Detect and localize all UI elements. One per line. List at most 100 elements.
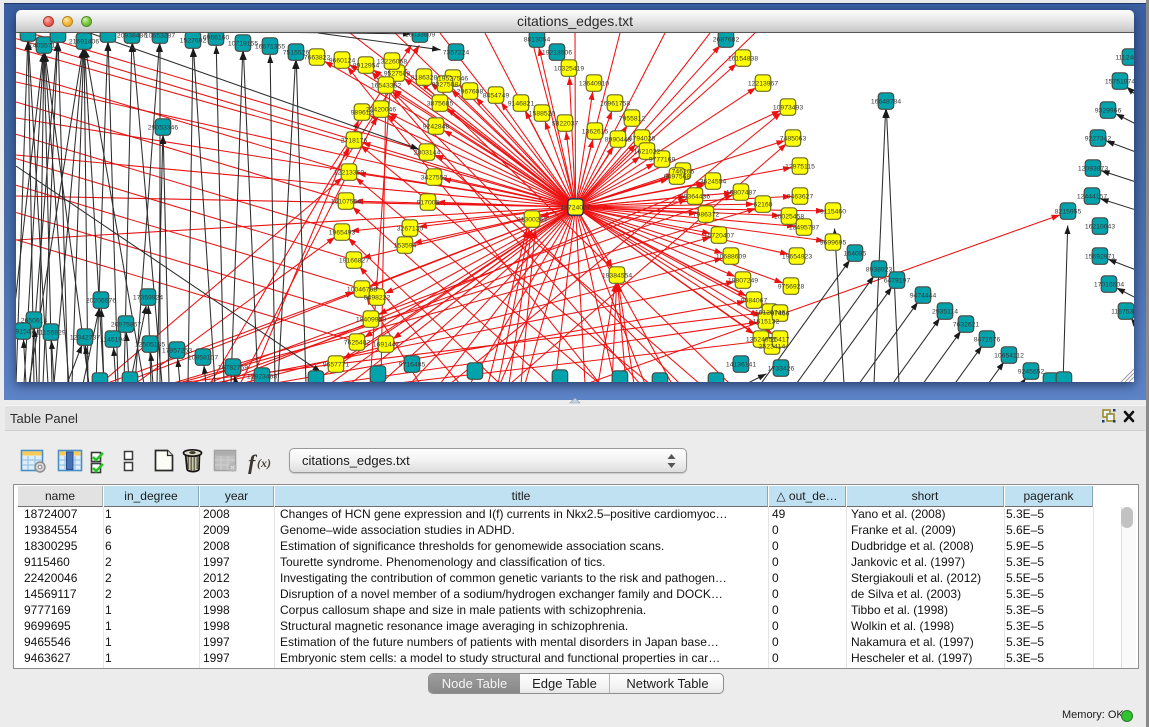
svg-text:62160: 62160 <box>754 202 773 209</box>
svg-text:21300263: 21300263 <box>517 217 547 224</box>
svg-text:8990448: 8990448 <box>605 137 632 144</box>
svg-text:2523414: 2523414 <box>759 344 786 351</box>
svg-text:7357224: 7357224 <box>443 50 470 57</box>
svg-text:2687682: 2687682 <box>713 37 740 44</box>
svg-text:16961758: 16961758 <box>600 101 630 108</box>
svg-text:9242848: 9242848 <box>423 124 450 131</box>
svg-text:10973493: 10973493 <box>773 105 803 112</box>
svg-text:2718176: 2718176 <box>341 138 368 145</box>
svg-text:1145194: 1145194 <box>100 337 126 344</box>
svg-text:6966160: 6966160 <box>203 35 230 42</box>
svg-text:8471676: 8471676 <box>974 337 1001 344</box>
svg-text:12093873: 12093873 <box>1078 166 1108 173</box>
svg-text:11675300: 11675300 <box>1111 309 1134 316</box>
svg-text:5322037: 5322037 <box>552 121 579 128</box>
svg-text:9329966: 9329966 <box>1095 108 1122 115</box>
svg-text:11156829: 11156829 <box>36 330 65 337</box>
svg-text:14136141: 14136141 <box>726 362 756 369</box>
svg-text:9245652: 9245652 <box>1018 369 1045 376</box>
svg-text:164095: 164095 <box>844 251 867 258</box>
svg-text:10807487: 10807487 <box>726 190 756 197</box>
svg-text:9657771: 9657771 <box>323 362 350 369</box>
svg-text:391547: 391547 <box>16 329 35 336</box>
svg-text:16671355: 16671355 <box>255 44 285 51</box>
svg-text:17957253: 17957253 <box>162 348 192 355</box>
svg-text:12213967: 12213967 <box>748 81 778 88</box>
svg-text:17359924: 17359924 <box>133 295 163 302</box>
svg-text:(x): (x) <box>257 456 271 470</box>
svg-text:12342737: 12342737 <box>70 335 100 342</box>
svg-text:10688609: 10688609 <box>716 254 746 261</box>
svg-text:10653287: 10653287 <box>145 33 175 40</box>
svg-text:8454749: 8454749 <box>483 93 510 100</box>
svg-text:18807249: 18807249 <box>728 278 758 285</box>
svg-text:6794028: 6794028 <box>629 136 656 143</box>
svg-text:917006: 917006 <box>417 200 440 207</box>
svg-text:9463627: 9463627 <box>787 194 814 201</box>
svg-text:15751074: 15751074 <box>1105 79 1134 86</box>
svg-text:2967608: 2967608 <box>457 89 484 96</box>
svg-text:10719155: 10719155 <box>228 41 258 48</box>
svg-text:15692971: 15692971 <box>1085 254 1115 261</box>
svg-text:9474444: 9474444 <box>910 293 937 300</box>
svg-text:8938923: 8938923 <box>866 267 893 274</box>
svg-text:9327508: 9327508 <box>432 82 459 89</box>
svg-text:19218506: 19218506 <box>542 50 572 57</box>
svg-text:16210643: 16210643 <box>1085 224 1115 231</box>
svg-text:9115460: 9115460 <box>820 209 846 216</box>
svg-text:2935114: 2935114 <box>932 309 958 316</box>
svg-text:15720407: 15720407 <box>704 233 734 240</box>
svg-text:3624554: 3624554 <box>700 179 727 186</box>
svg-text:5498222: 5498222 <box>364 295 391 302</box>
svg-text:9777169: 9777169 <box>649 157 676 164</box>
svg-text:13640910: 13640910 <box>579 81 609 88</box>
svg-text:9756928: 9756928 <box>778 284 805 291</box>
svg-text:9699695: 9699695 <box>820 240 847 247</box>
svg-text:1691447: 1691447 <box>373 342 400 349</box>
svg-text:16543362: 16543362 <box>371 83 401 90</box>
svg-text:16782759: 16782759 <box>218 365 248 372</box>
svg-text:19166827: 19166827 <box>339 258 369 265</box>
svg-text:2650614: 2650614 <box>21 318 48 325</box>
svg-text:1615132: 1615132 <box>753 319 780 326</box>
svg-text:2803144: 2803144 <box>414 150 441 157</box>
svg-text:20206576: 20206576 <box>86 298 116 305</box>
svg-text:7663822: 7663822 <box>304 55 331 62</box>
svg-text:1965493: 1965493 <box>329 230 356 237</box>
svg-text:18409948: 18409948 <box>356 317 386 324</box>
svg-text:8215955: 8215955 <box>1055 209 1082 216</box>
svg-text:1733426: 1733426 <box>768 366 795 373</box>
svg-text:19384554: 19384554 <box>602 273 632 280</box>
svg-text:3427552: 3427552 <box>421 175 448 182</box>
svg-text:8912954: 8912954 <box>353 63 380 70</box>
svg-text:9660124: 9660124 <box>329 58 356 65</box>
svg-text:97466: 97466 <box>771 311 790 318</box>
svg-text:8186328: 8186328 <box>411 75 438 82</box>
svg-text:7632621: 7632621 <box>953 322 980 329</box>
svg-text:8813054: 8813054 <box>524 37 551 44</box>
svg-text:20938486: 20938486 <box>117 33 147 40</box>
svg-text:21691406: 21691406 <box>69 39 99 46</box>
svg-text:18495787: 18495787 <box>789 225 819 232</box>
svg-text:1362615: 1362615 <box>582 129 609 136</box>
svg-text:9227342: 9227342 <box>1085 136 1112 143</box>
svg-text:14055713: 14055713 <box>29 43 59 50</box>
svg-text:7955812: 7955812 <box>619 116 646 123</box>
svg-text:17016504: 17016504 <box>1094 282 1124 289</box>
svg-text:7625402: 7625402 <box>344 340 371 347</box>
svg-text:16154838: 16154838 <box>728 56 758 63</box>
svg-text:25417: 25417 <box>771 337 790 344</box>
svg-text:11124047: 11124047 <box>1115 55 1134 62</box>
svg-text:9527508: 9527508 <box>384 71 411 78</box>
svg-text:9146821: 9146821 <box>508 101 535 108</box>
svg-text:10654112: 10654112 <box>994 353 1024 360</box>
svg-text:20975867: 20975867 <box>111 322 141 329</box>
svg-text:9716485: 9716485 <box>399 362 426 369</box>
svg-text:12923468: 12923468 <box>247 374 277 381</box>
svg-text:1621022: 1621022 <box>634 149 661 156</box>
svg-text:6479197: 6479197 <box>884 278 911 285</box>
svg-text:7986372: 7986372 <box>693 212 720 219</box>
svg-text:3875685: 3875685 <box>427 101 454 108</box>
svg-text:16033809: 16033809 <box>405 33 435 39</box>
svg-text:13226058: 13226058 <box>377 59 407 66</box>
